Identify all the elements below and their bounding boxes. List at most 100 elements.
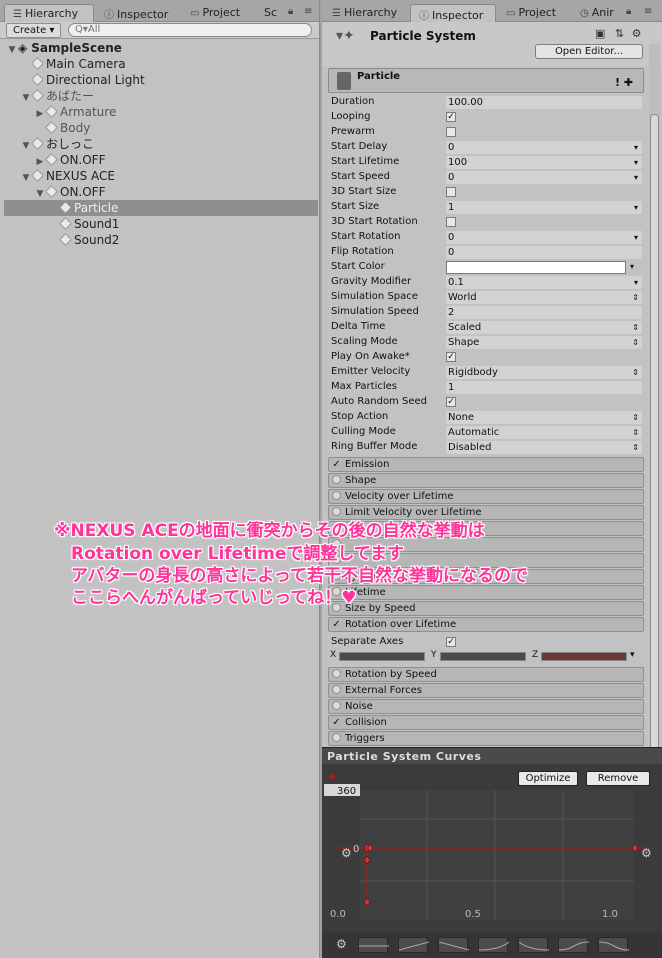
- module-toggle-dot[interactable]: [332, 475, 341, 484]
- property-field[interactable]: 1: [446, 201, 642, 214]
- module-enabled-checkbox[interactable]: ✓: [332, 458, 341, 471]
- help-book-icon[interactable]: ▣: [595, 27, 605, 40]
- module-enabled-checkbox[interactable]: ✓: [332, 618, 341, 631]
- color-field[interactable]: [446, 261, 626, 274]
- tree-item[interactable]: ▼ ON.OFF: [0, 184, 106, 200]
- property-field[interactable]: 100.00: [446, 96, 642, 109]
- gear-icon[interactable]: ⚙: [336, 937, 347, 951]
- property-select[interactable]: Disabled: [446, 441, 642, 454]
- tree-item[interactable]: Main Camera: [0, 56, 126, 72]
- menu-icon[interactable]: ≡: [304, 6, 312, 17]
- module-section[interactable]: Noise: [328, 699, 644, 714]
- property-select[interactable]: Automatic: [446, 426, 642, 439]
- tab-animation-right[interactable]: ◷ Anir: [572, 4, 622, 22]
- inspector-scrollbar[interactable]: [649, 44, 660, 774]
- property-select[interactable]: Scaled: [446, 321, 642, 334]
- property-field[interactable]: 0.1: [446, 276, 642, 289]
- property-checkbox[interactable]: [446, 127, 456, 137]
- module-section[interactable]: Size by Speed: [328, 601, 644, 616]
- module-section[interactable]: Triggers: [328, 731, 644, 746]
- optimize-button[interactable]: Optimize: [518, 771, 578, 786]
- curves-editor[interactable]: ◆ 360 0 ⚙ ⚙ 0.0 0.5 1.0 Optimize Remove …: [322, 764, 662, 958]
- property-field[interactable]: 0: [446, 246, 642, 259]
- gear-icon[interactable]: ⚙: [632, 27, 642, 40]
- tree-item[interactable]: ▼ おしっこ: [0, 136, 94, 152]
- lock-icon[interactable]: 🔒︎: [626, 6, 631, 17]
- module-toggle-dot[interactable]: [332, 491, 341, 500]
- gear-icon[interactable]: ⚙: [641, 846, 652, 860]
- preset-ease-in-out[interactable]: [558, 937, 590, 953]
- module-toggle-dot[interactable]: [332, 669, 341, 678]
- module-enabled-checkbox[interactable]: ✓: [332, 716, 341, 729]
- property-field[interactable]: 2: [446, 306, 642, 319]
- property-field[interactable]: 1: [446, 381, 642, 394]
- create-button[interactable]: Create ▾: [6, 23, 62, 38]
- property-select[interactable]: World: [446, 291, 642, 304]
- property-select[interactable]: None: [446, 411, 642, 424]
- search-input[interactable]: Q▾All: [68, 23, 312, 37]
- property-field[interactable]: 0: [446, 171, 642, 184]
- tab-hierarchy[interactable]: ☰ Hierarchy: [4, 4, 94, 22]
- tree-item[interactable]: ▶ ON.OFF: [0, 152, 106, 168]
- chevron-down-icon[interactable]: ▾: [630, 650, 635, 660]
- property-checkbox[interactable]: ✓: [446, 352, 456, 362]
- open-editor-button[interactable]: Open Editor...: [535, 44, 643, 59]
- axis-x-curve[interactable]: [339, 652, 425, 661]
- tree-item[interactable]: Directional Light: [0, 72, 145, 88]
- axis-y-curve[interactable]: [440, 652, 526, 661]
- module-toggle-dot[interactable]: [332, 507, 341, 516]
- tab-inspector-right[interactable]: ⓘ Inspector: [410, 4, 496, 22]
- preset-linear-up[interactable]: [398, 937, 430, 953]
- curve-graph[interactable]: ◆ 360 0 ⚙ ⚙ 0.0 0.5 1.0: [322, 764, 662, 932]
- preset-linear-down[interactable]: [438, 937, 470, 953]
- main-module-header[interactable]: Particle ! ✚: [328, 68, 644, 93]
- property-row: Simulation Space World: [328, 290, 644, 305]
- tree-item[interactable]: ▼ NEXUS ACE: [0, 168, 115, 184]
- tab-project-right[interactable]: ▭ Project: [498, 4, 570, 22]
- module-toggle-dot[interactable]: [332, 685, 341, 694]
- property-checkbox[interactable]: [446, 187, 456, 197]
- scrollbar-thumb[interactable]: [650, 114, 659, 774]
- property-field[interactable]: 100: [446, 156, 642, 169]
- tree-item[interactable]: Body: [0, 120, 90, 136]
- preset-ease-in[interactable]: [478, 937, 510, 953]
- module-toggle-dot[interactable]: [332, 733, 341, 742]
- gear-icon[interactable]: ⚙: [341, 846, 352, 860]
- tree-item[interactable]: Sound1: [0, 216, 119, 232]
- menu-icon[interactable]: ≡: [644, 6, 652, 17]
- module-section[interactable]: ✓ Rotation over Lifetime: [328, 617, 644, 632]
- separate-axes-checkbox[interactable]: ✓: [446, 637, 456, 647]
- property-select[interactable]: Rigidbody: [446, 366, 642, 379]
- module-section[interactable]: ✓ Collision: [328, 715, 644, 730]
- property-checkbox[interactable]: ✓: [446, 112, 456, 122]
- module-section[interactable]: Lifetime: [328, 585, 644, 600]
- module-section[interactable]: Shape: [328, 473, 644, 488]
- property-checkbox[interactable]: ✓: [446, 397, 456, 407]
- tab-inspector[interactable]: ⓘ Inspector: [96, 4, 180, 22]
- module-section[interactable]: Rotation by Speed: [328, 667, 644, 682]
- tree-item[interactable]: ▼ あばたー: [0, 88, 94, 104]
- scene-item[interactable]: ▼ ◈ SampleScene: [0, 40, 122, 56]
- module-section[interactable]: External Forces: [328, 683, 644, 698]
- property-field[interactable]: 0: [446, 231, 642, 244]
- tab-project[interactable]: ▭ Project: [182, 4, 254, 22]
- preset-ease-out[interactable]: [518, 937, 550, 953]
- tab-hierarchy-right[interactable]: ☰ Hierarchy: [324, 4, 408, 22]
- module-section[interactable]: ✓ Emission: [328, 457, 644, 472]
- property-field[interactable]: 0: [446, 141, 642, 154]
- remove-button[interactable]: Remove: [586, 771, 650, 786]
- tree-item[interactable]: Particle: [4, 200, 318, 216]
- module-section[interactable]: Velocity over Lifetime: [328, 489, 644, 504]
- preset-ease-in-out-down[interactable]: [598, 937, 630, 953]
- tab-scene[interactable]: Sc: [256, 4, 286, 22]
- module-toggle-dot[interactable]: [332, 701, 341, 710]
- property-select[interactable]: Shape: [446, 336, 642, 349]
- tree-item[interactable]: ▶ Armature: [0, 104, 117, 120]
- lock-icon[interactable]: 🔒︎: [288, 6, 293, 17]
- chevron-down-icon[interactable]: ▾: [630, 260, 634, 274]
- property-checkbox[interactable]: [446, 217, 456, 227]
- preset-flat[interactable]: [358, 937, 389, 953]
- axis-z-curve[interactable]: [541, 652, 627, 661]
- tree-item[interactable]: Sound2: [0, 232, 119, 248]
- preset-icon[interactable]: ⇅: [615, 27, 624, 40]
